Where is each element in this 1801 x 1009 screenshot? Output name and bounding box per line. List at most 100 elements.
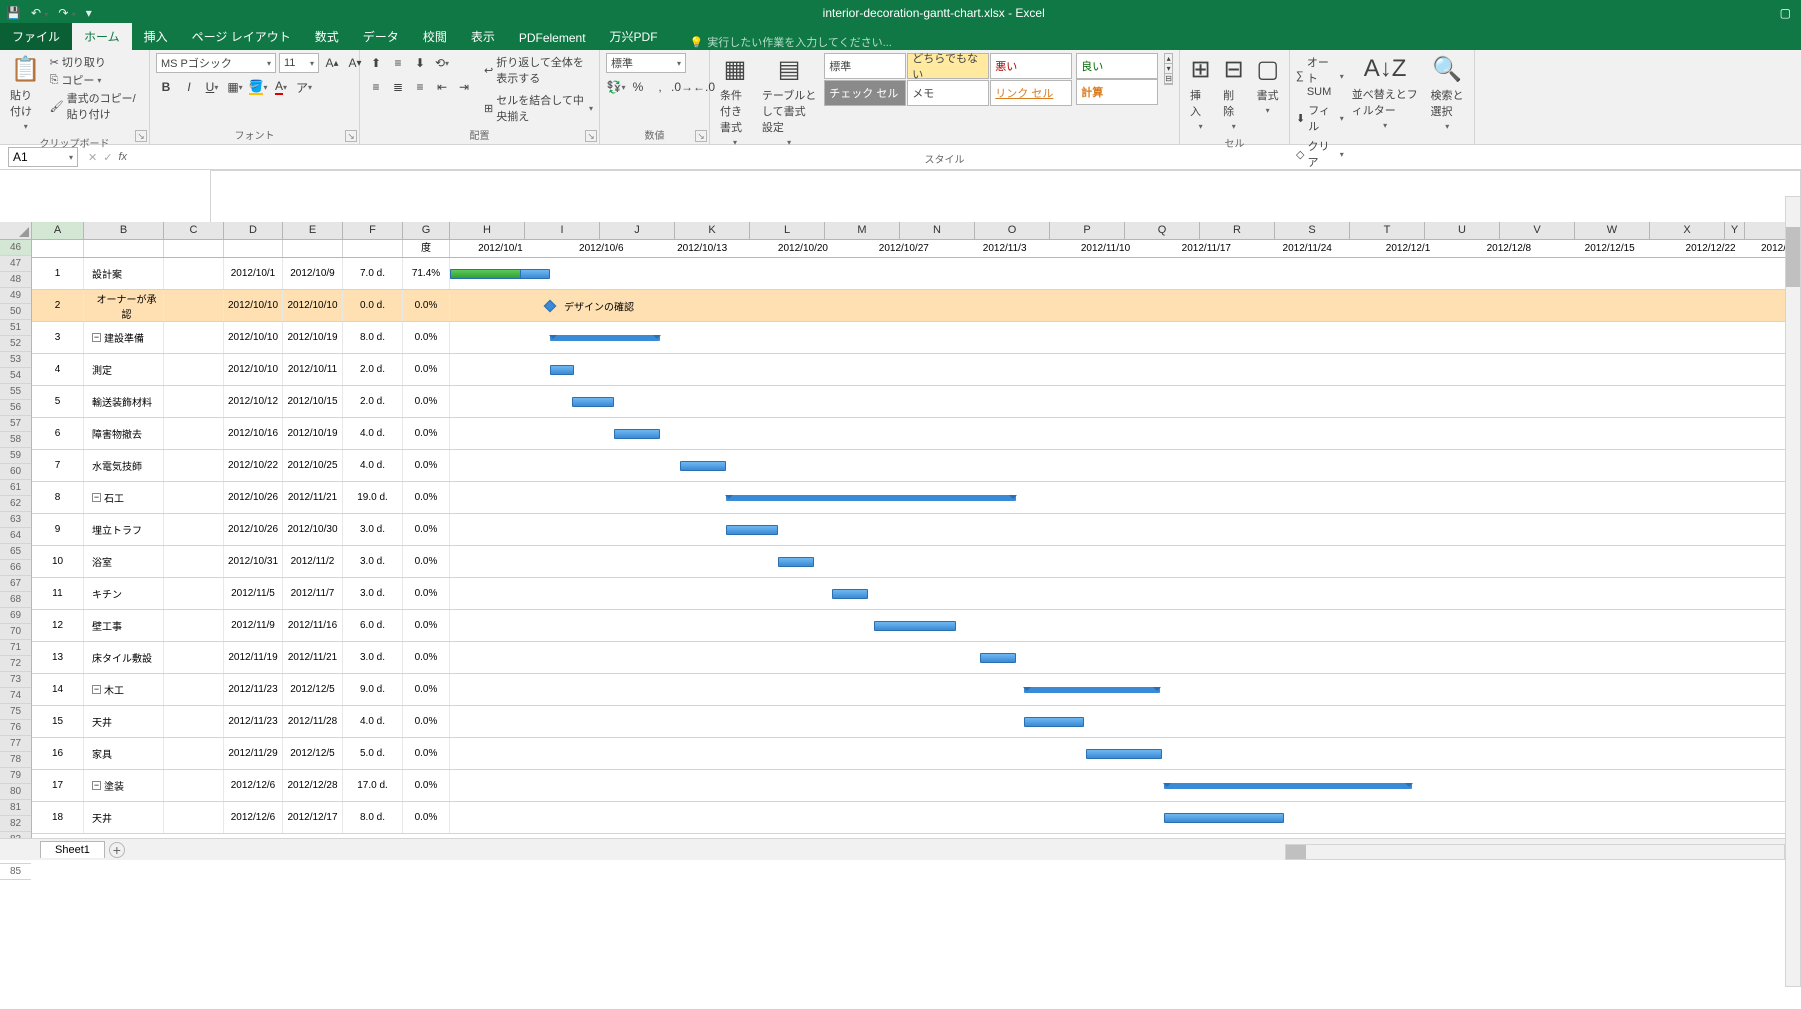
enter-icon[interactable]: ✓ — [103, 151, 112, 164]
task-cell-td[interactable]: 0.0% — [403, 322, 450, 353]
indent-increase-icon[interactable]: ⇥ — [454, 77, 474, 97]
scrollbar-vertical[interactable] — [1785, 196, 1801, 987]
task-cell-td[interactable]: 17.0 d. — [343, 770, 403, 801]
task-cell-td[interactable]: 2012/11/29 — [224, 738, 283, 769]
increase-font-icon[interactable]: A▴ — [322, 53, 342, 73]
style-bad[interactable]: 悪い — [990, 53, 1072, 79]
task-cell-td[interactable]: 5 — [32, 386, 84, 417]
task-cell-td[interactable] — [164, 514, 224, 545]
number-format-select[interactable]: 標準▾ — [606, 53, 686, 73]
row-header[interactable]: 47 — [0, 256, 31, 272]
task-cell-td[interactable]: 4 — [32, 354, 84, 385]
row-header[interactable]: 81 — [0, 800, 31, 816]
task-cell-td[interactable]: 2012/12/5 — [283, 674, 343, 705]
task-cell-td[interactable]: 2012/10/12 — [224, 386, 283, 417]
column-header-C[interactable]: C — [164, 222, 224, 239]
gantt-summary-bar[interactable] — [550, 335, 660, 341]
task-cell-td[interactable]: 19.0 d. — [343, 482, 403, 513]
task-cell-td[interactable]: 2012/11/28 — [283, 706, 343, 737]
task-cell-td[interactable]: 2012/10/10 — [283, 290, 343, 321]
row-header[interactable]: 55 — [0, 384, 31, 400]
comma-format-icon[interactable]: , — [650, 77, 670, 97]
qat-customize-icon[interactable]: ▾ — [86, 6, 92, 20]
task-cell-td[interactable]: 2012/12/5 — [283, 738, 343, 769]
copy-button[interactable]: ⎘ コピー ▾ — [50, 71, 143, 89]
task-row[interactable]: 10浴室2012/10/312012/11/23.0 d.0.0% — [32, 546, 1801, 578]
border-button[interactable]: ▦ ▾ — [225, 77, 245, 97]
task-cell-td[interactable]: −木工 — [84, 674, 164, 705]
row-header[interactable]: 64 — [0, 528, 31, 544]
gantt-bar[interactable] — [778, 557, 814, 567]
task-row[interactable]: 17−塗装2012/12/62012/12/2817.0 d.0.0% — [32, 770, 1801, 802]
wrap-text-button[interactable]: ↩ 折り返して全体を表示する — [484, 53, 593, 87]
task-cell-td[interactable]: 0.0% — [403, 482, 450, 513]
task-cell-td[interactable]: 水電気技師 — [84, 450, 164, 481]
task-cell-td[interactable] — [164, 610, 224, 641]
increase-decimal-icon[interactable]: .0→ — [672, 77, 692, 97]
task-cell-td[interactable]: 0.0% — [403, 450, 450, 481]
gantt-bar[interactable] — [614, 429, 660, 439]
gantt-cell[interactable] — [450, 418, 1801, 449]
task-cell-td[interactable]: 天井 — [84, 706, 164, 737]
task-cell-td[interactable]: 2012/10/25 — [283, 450, 343, 481]
select-all-triangle[interactable] — [0, 222, 32, 239]
task-cell-td[interactable]: 2012/10/10 — [224, 322, 283, 353]
task-row[interactable]: 1設計案2012/10/12012/10/97.0 d.71.4% — [32, 258, 1801, 290]
task-cell-td[interactable]: 2012/10/22 — [224, 450, 283, 481]
data-grid[interactable]: 度 2012/10/12012/10/62012/10/132012/10/20… — [32, 240, 1801, 860]
column-header-B[interactable]: B — [84, 222, 164, 239]
task-cell-td[interactable]: 0.0% — [403, 514, 450, 545]
phonetic-button[interactable]: ア▾ — [294, 77, 314, 97]
task-cell-td[interactable] — [164, 450, 224, 481]
cancel-icon[interactable]: ✕ — [88, 151, 97, 164]
task-cell-td[interactable]: 3.0 d. — [343, 514, 403, 545]
gantt-bar[interactable] — [680, 461, 726, 471]
task-cell-td[interactable]: 0.0% — [403, 354, 450, 385]
clear-button[interactable]: ◇ クリア ▾ — [1296, 137, 1344, 171]
task-cell-td[interactable]: 0.0% — [403, 418, 450, 449]
task-cell-td[interactable]: −建設準備 — [84, 322, 164, 353]
task-cell-td[interactable]: −石工 — [84, 482, 164, 513]
row-header[interactable]: 52 — [0, 336, 31, 352]
task-cell-td[interactable]: 71.4% — [403, 258, 450, 289]
alignment-launcher-icon[interactable]: ↘ — [585, 130, 597, 142]
row-header[interactable]: 62 — [0, 496, 31, 512]
task-cell-td[interactable]: 2012/11/2 — [283, 546, 343, 577]
tab-data[interactable]: データ — [351, 23, 411, 50]
tab-formulas[interactable]: 数式 — [303, 23, 351, 50]
task-cell-td[interactable]: 2.0 d. — [343, 386, 403, 417]
row-header[interactable]: 73 — [0, 672, 31, 688]
task-cell-td[interactable]: 0.0% — [403, 642, 450, 673]
style-good[interactable]: 良い — [1076, 53, 1158, 79]
column-header-P[interactable]: P — [1050, 222, 1125, 239]
task-cell-td[interactable]: 4.0 d. — [343, 706, 403, 737]
font-color-button[interactable]: A▾ — [271, 77, 291, 97]
row-header[interactable]: 63 — [0, 512, 31, 528]
accounting-format-icon[interactable]: 💱▾ — [606, 77, 626, 97]
task-cell-td[interactable]: 0.0 d. — [343, 290, 403, 321]
task-cell-td[interactable]: 0.0% — [403, 770, 450, 801]
task-cell-td[interactable]: 家具 — [84, 738, 164, 769]
task-cell-td[interactable]: 2012/10/11 — [283, 354, 343, 385]
gantt-cell[interactable] — [450, 770, 1801, 801]
task-cell-td[interactable] — [164, 482, 224, 513]
gantt-cell[interactable] — [450, 482, 1801, 513]
tab-wanxing-pdf[interactable]: 万兴PDF — [598, 23, 670, 50]
row-header[interactable]: 77 — [0, 736, 31, 752]
task-cell-td[interactable]: 設計案 — [84, 258, 164, 289]
task-cell-td[interactable]: 障害物撤去 — [84, 418, 164, 449]
fx-icon[interactable]: fx — [118, 151, 127, 164]
task-cell-td[interactable]: 13 — [32, 642, 84, 673]
font-launcher-icon[interactable]: ↘ — [345, 130, 357, 142]
collapse-icon[interactable]: − — [92, 333, 101, 342]
format-as-table-button[interactable]: ▤テーブルとして書式設定▾ — [758, 53, 820, 149]
style-calc[interactable]: 計算 — [1076, 79, 1158, 105]
sort-filter-button[interactable]: A↓Z並べ替えとフィルター▾ — [1348, 53, 1423, 132]
task-cell-td[interactable]: 17 — [32, 770, 84, 801]
task-cell-td[interactable] — [164, 802, 224, 833]
task-row[interactable]: 7水電気技師2012/10/222012/10/254.0 d.0.0% — [32, 450, 1801, 482]
task-cell-td[interactable]: 2012/11/21 — [283, 642, 343, 673]
row-header[interactable]: 60 — [0, 464, 31, 480]
task-cell-td[interactable]: 0.0% — [403, 738, 450, 769]
row-header[interactable]: 74 — [0, 688, 31, 704]
